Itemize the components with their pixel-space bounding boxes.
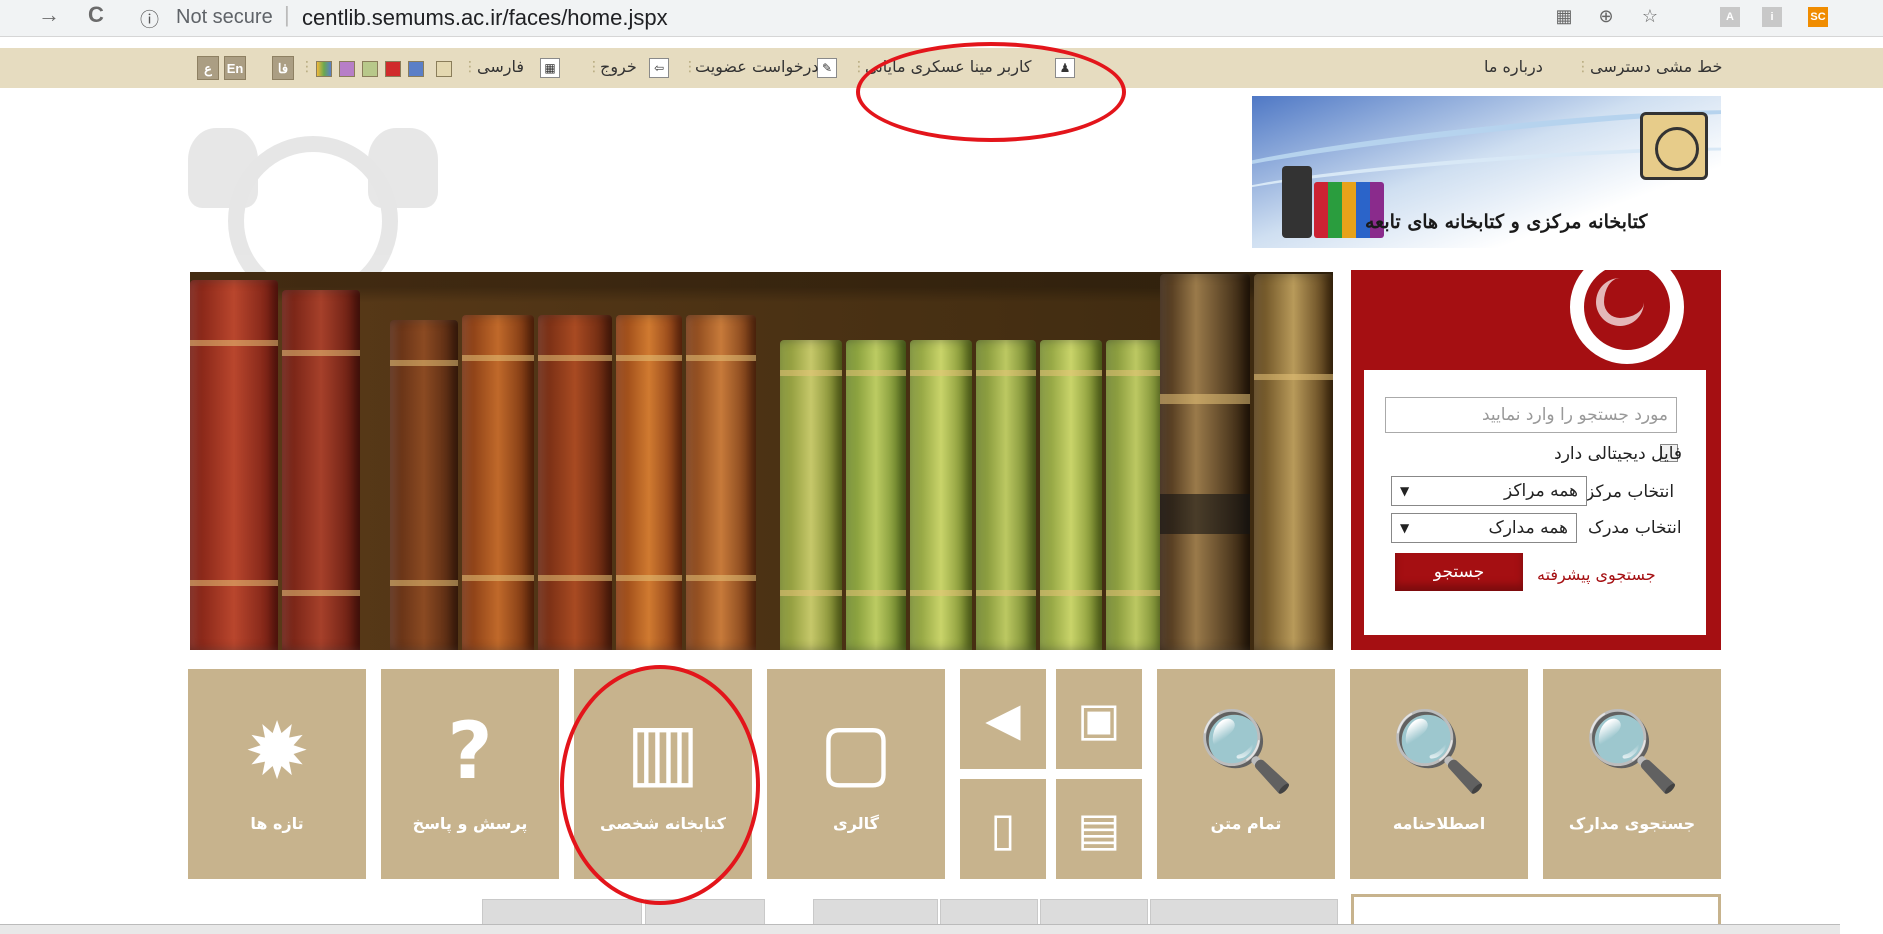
separator: ⋮ [683, 59, 697, 75]
separator: ⋮ [587, 59, 601, 75]
logout-link[interactable]: خروج [600, 57, 637, 76]
ereader-image [1282, 166, 1312, 238]
calendar-icon: ▦ [540, 58, 560, 78]
document-icon[interactable]: ▯ [960, 779, 1046, 879]
browser-address-bar: → C ⓘ Not secure | centlib.semums.ac.ir/… [0, 0, 1883, 37]
tile-full-text[interactable]: 🔍 تمام متن [1157, 669, 1335, 879]
annotation-ellipse-user [856, 42, 1126, 142]
magnifier-books-icon: 🔍 [1583, 707, 1681, 797]
translate-icon[interactable]: ▦ [1554, 6, 1574, 26]
book-spine [910, 340, 972, 650]
book-spine [1106, 340, 1166, 650]
question-mark-icon: ? [447, 707, 493, 797]
access-policy-link[interactable]: خط مشی دسترسی [1590, 57, 1722, 76]
book-spine [538, 315, 612, 650]
logout-icon: ⇦ [649, 58, 669, 78]
book-spine [190, 280, 278, 650]
hierarchy-magnifier-icon: 🔍 [1390, 707, 1488, 797]
reload-icon[interactable]: C [88, 2, 104, 28]
zoom-icon[interactable]: ⊕ [1596, 6, 1616, 26]
theme-swatch-beige[interactable] [436, 61, 452, 77]
security-status: Not secure [176, 6, 273, 28]
advanced-search-link[interactable]: جستجوی پیشرفته [1537, 565, 1656, 584]
language-farsi-link[interactable]: فارسی [477, 57, 524, 76]
search-button[interactable]: جستجو [1395, 553, 1523, 591]
book-spine [1040, 340, 1102, 650]
chevron-down-icon: ▼ [1400, 484, 1410, 498]
book-spine [686, 315, 756, 650]
forward-arrow-icon[interactable]: → [38, 2, 60, 28]
annotation-ellipse-personal-library [560, 665, 760, 905]
book-spine [780, 340, 842, 650]
book-spine [390, 320, 458, 650]
bookmark-star-icon[interactable]: ☆ [1640, 6, 1660, 26]
about-us-link[interactable]: درباره ما [1484, 57, 1543, 76]
tile-search-docs[interactable]: 🔍 جستجوی مدارک [1543, 669, 1721, 879]
theme-swatch-blue[interactable] [408, 61, 424, 77]
picture-frame-icon: ▢ [819, 707, 893, 797]
image-icon[interactable]: ▣ [1056, 669, 1142, 769]
book-spine [1160, 274, 1250, 650]
magnifier-highlight [1596, 278, 1644, 326]
audio-icon[interactable]: ◀ [960, 669, 1046, 769]
center-select-value: همه مراکز [1504, 481, 1578, 501]
tile-label: اصطلاحنامه [1392, 814, 1486, 833]
tile-label: پرسش و پاسخ [412, 814, 528, 833]
edit-icon: ✎ [817, 58, 837, 78]
book-spine [1254, 274, 1333, 650]
university-emblem [1640, 112, 1708, 180]
digital-file-label: فایل دیجیتالی دارد [1554, 444, 1682, 464]
lang-button-fa[interactable]: فا [272, 56, 294, 80]
book-spine [976, 340, 1036, 650]
new-document-icon: ✹ [244, 707, 310, 797]
theme-swatch-purple[interactable] [339, 61, 355, 77]
doc-select-label: انتخاب مدرک [1588, 518, 1682, 538]
extension-info-icon[interactable]: i [1762, 7, 1782, 27]
theme-swatch-red[interactable] [385, 61, 401, 77]
tile-gallery[interactable]: ▢ گالری [767, 669, 945, 879]
center-select[interactable]: همه مراکز ▼ [1391, 476, 1587, 506]
extension-sc-icon[interactable]: SC [1808, 7, 1828, 27]
doc-select-value: همه مدارک [1488, 518, 1569, 538]
lang-button-en[interactable]: En [224, 56, 246, 80]
video-film-icon[interactable]: ▤ [1056, 779, 1142, 879]
address-separator: | [284, 2, 290, 27]
separator: ⋮ [852, 59, 866, 75]
info-icon[interactable]: ⓘ [140, 5, 159, 32]
tile-label: گالری [833, 814, 879, 833]
book-spine [282, 290, 360, 650]
chevron-down-icon: ▼ [1400, 521, 1410, 535]
document-magnifier-icon: 🔍 [1197, 707, 1295, 797]
tile-new-items[interactable]: ✹ تازه ها [188, 669, 366, 879]
theme-swatch-multicolor[interactable] [316, 61, 332, 77]
watermark-emblem [188, 128, 438, 306]
separator: ⋮ [463, 59, 477, 75]
separator: ⋮ [300, 59, 314, 75]
extension-a-icon[interactable]: A [1720, 7, 1740, 27]
library-title: کتابخانه مرکزی و کتابخانه های تابعه [1365, 211, 1648, 233]
tile-thesaurus[interactable]: 🔍 اصطلاحنامه [1350, 669, 1528, 879]
membership-request-link[interactable]: درخواست عضویت [695, 57, 819, 76]
tile-label: تمام متن [1210, 814, 1282, 833]
book-spine [616, 315, 682, 650]
book-spine [462, 315, 534, 650]
search-input[interactable] [1385, 397, 1677, 433]
books-banner-image [190, 272, 1333, 650]
tile-label: تازه ها [250, 814, 304, 833]
doc-select[interactable]: همه مدارک ▼ [1391, 513, 1577, 543]
theme-swatch-green[interactable] [362, 61, 378, 77]
center-select-label: انتخاب مرکز [1586, 482, 1675, 502]
separator: ⋮ [1576, 59, 1590, 75]
tile-qa[interactable]: ? پرسش و پاسخ [381, 669, 559, 879]
book-spine [846, 340, 906, 650]
tile-label: جستجوی مدارک [1568, 814, 1696, 833]
lang-button-ar[interactable]: ع [197, 56, 219, 80]
url-field[interactable]: centlib.semums.ac.ir/faces/home.jspx [302, 5, 668, 31]
